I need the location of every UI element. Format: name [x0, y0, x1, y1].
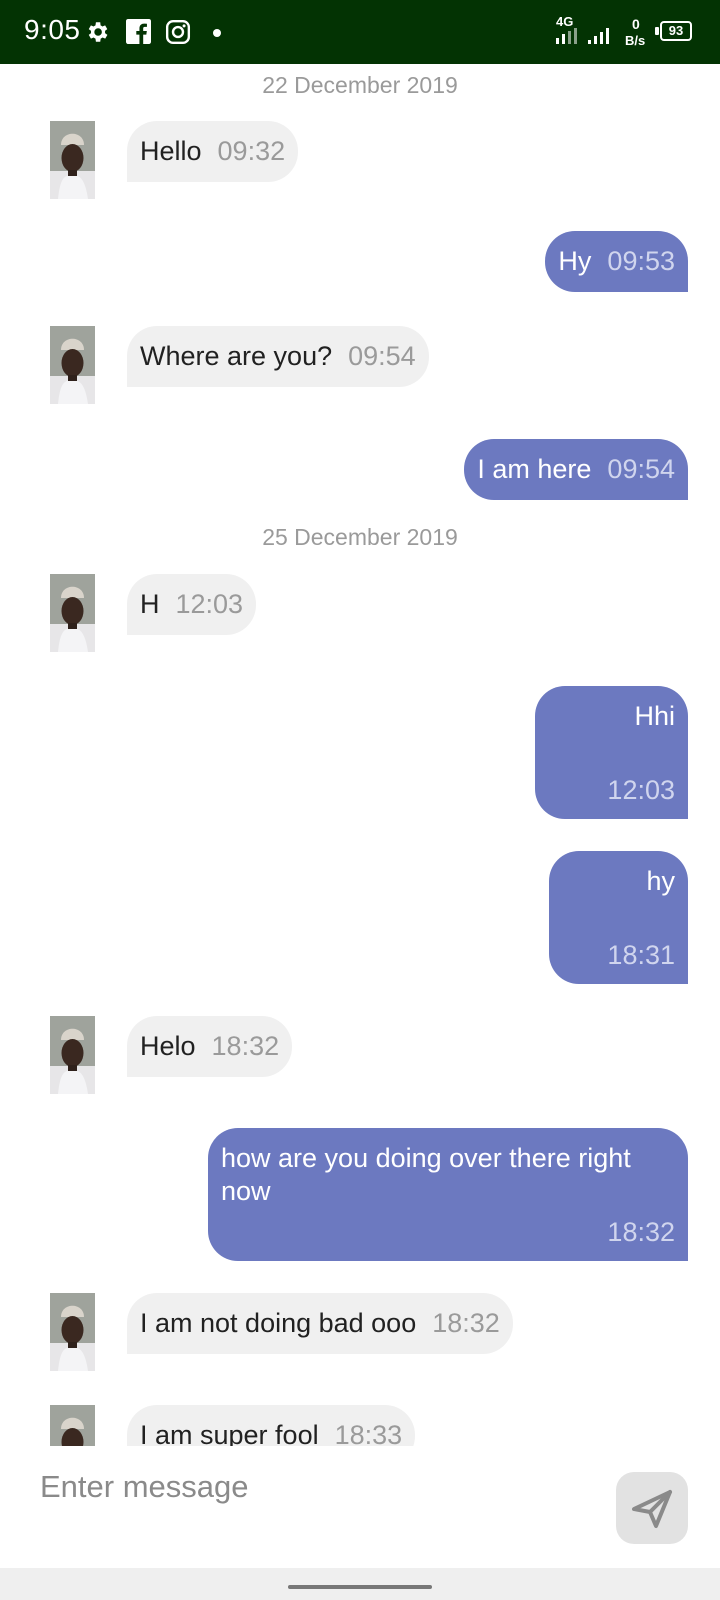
message-time: 12:03	[607, 775, 675, 805]
avatar[interactable]	[50, 326, 95, 404]
data-speed-value: 0	[632, 16, 640, 32]
send-icon	[632, 1490, 672, 1528]
message-time: 18:32	[607, 1217, 675, 1247]
message-input[interactable]	[40, 1460, 580, 1514]
message-time: 09:54	[607, 454, 675, 484]
message-text: hy	[646, 866, 675, 896]
facebook-icon	[126, 19, 151, 44]
message-time: 12:03	[175, 589, 244, 619]
send-button[interactable]	[616, 1472, 688, 1544]
avatar-photo	[50, 574, 95, 652]
battery-icon: 93	[660, 21, 692, 41]
gear-icon	[88, 22, 108, 42]
date-separator: 22 December 2019	[262, 72, 458, 98]
avatar[interactable]	[50, 121, 95, 199]
message-text: Hhi	[634, 701, 675, 731]
message-bubble-incoming[interactable]: Helo 18:32	[127, 1016, 293, 1077]
message-list[interactable]: 22 December 2019 Hello 09:32 Hy 09:53 Wher…	[0, 64, 720, 1446]
message-time: 18:33	[334, 1420, 403, 1446]
message-bubble-outgoing[interactable]: how are you doing over there right now 1…	[208, 1128, 688, 1261]
message-time: 18:32	[432, 1308, 500, 1338]
data-speed-unit: B/s	[625, 33, 646, 48]
message-bubble-outgoing[interactable]: Hhi 12:03	[535, 686, 688, 819]
message-text: Where are you?	[140, 341, 333, 371]
message-text: Hello	[140, 136, 202, 166]
message-time: 18:32	[211, 1031, 280, 1061]
avatar-photo	[50, 1293, 95, 1371]
instagram-icon	[165, 19, 191, 45]
date-separator: 25 December 2019	[262, 524, 458, 550]
message-bubble-outgoing[interactable]: I am here 09:54	[464, 439, 688, 500]
message-text: I am here	[477, 454, 592, 484]
battery-level: 93	[668, 23, 684, 38]
message-bubble-incoming[interactable]: I am not doing bad ooo 18:32	[127, 1293, 513, 1354]
message-text: I am not doing bad ooo	[140, 1308, 417, 1338]
message-text: Helo	[140, 1031, 196, 1061]
network-type: 4G	[556, 14, 574, 29]
message-text: how are you doing over there right now	[221, 1143, 631, 1206]
avatar-photo	[50, 1405, 95, 1446]
dot-icon	[213, 29, 221, 37]
avatar[interactable]	[50, 574, 95, 652]
message-time: 09:54	[348, 341, 416, 371]
navigation-bar	[0, 1568, 720, 1600]
avatar[interactable]	[50, 1016, 95, 1094]
battery-tip	[655, 27, 659, 35]
message-time: 09:32	[217, 136, 286, 166]
avatar-photo	[50, 121, 95, 199]
message-bubble-incoming[interactable]: H 12:03	[127, 574, 257, 635]
avatar[interactable]	[50, 1405, 95, 1446]
message-time: 18:31	[607, 940, 675, 970]
avatar-photo	[50, 326, 95, 404]
signal-icon	[556, 28, 609, 44]
message-bubble-outgoing[interactable]: hy 18:31	[549, 851, 688, 984]
status-time: 9:05	[24, 14, 81, 45]
home-gesture-handle[interactable]	[288, 1585, 432, 1589]
status-bar: 9:05 4G 0 B/s 93	[0, 0, 720, 64]
message-time: 09:53	[607, 246, 675, 276]
message-composer	[0, 1446, 720, 1568]
message-bubble-incoming[interactable]: Where are you? 09:54	[127, 326, 429, 387]
avatar[interactable]	[50, 1293, 95, 1371]
message-text: I am super fool	[140, 1420, 319, 1446]
message-text: H	[140, 589, 160, 619]
message-bubble-incoming[interactable]: I am super fool 18:33	[127, 1405, 416, 1446]
message-bubble-outgoing[interactable]: Hy 09:53	[545, 231, 688, 292]
avatar-photo	[50, 1016, 95, 1094]
message-bubble-incoming[interactable]: Hello 09:32	[127, 121, 299, 182]
message-text: Hy	[558, 246, 592, 276]
